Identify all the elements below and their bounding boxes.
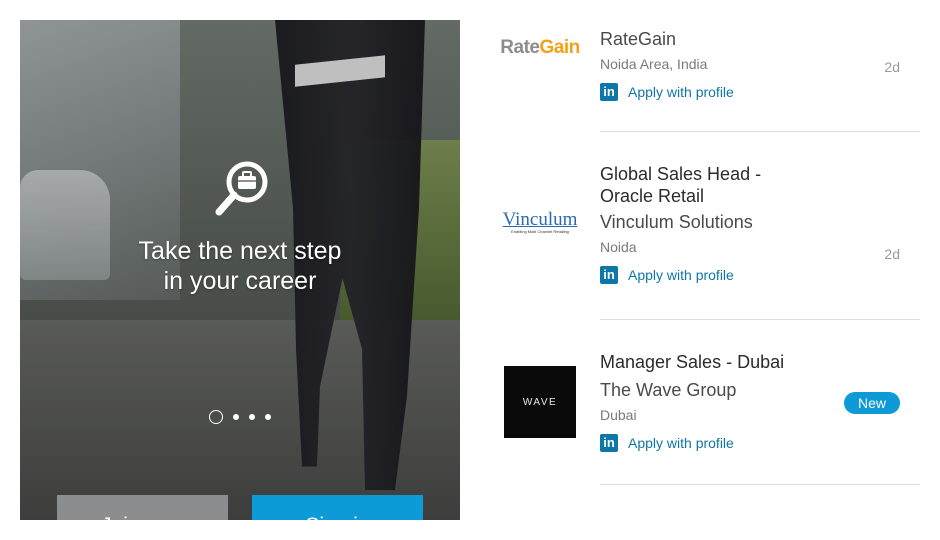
job-title: Global Sales Head - Oracle Retail: [600, 164, 762, 206]
page-dot-2[interactable]: [233, 414, 239, 420]
sign-in-button[interactable]: Sign in: [252, 495, 423, 520]
company-name: Vinculum Solutions: [600, 212, 753, 232]
job-location: Noida: [600, 239, 637, 255]
linkedin-icon: in: [600, 434, 618, 452]
apply-label: Apply with profile: [628, 84, 734, 100]
apply-label: Apply with profile: [628, 267, 734, 283]
company-logo-wave: WAVE: [490, 366, 590, 438]
posted-age: 2d: [884, 246, 900, 262]
company-name: RateGain: [600, 29, 677, 49]
company-logo-vinculum: Vinculum Enabling Multi Channel Retailin…: [502, 209, 578, 234]
apply-with-profile-link[interactable]: in Apply with profile: [600, 83, 920, 101]
job-item-wave[interactable]: WAVE Manager Sales - Dubai The Wave Grou…: [490, 320, 920, 486]
divider: [600, 484, 920, 485]
page-dot-1-active[interactable]: [209, 410, 223, 424]
company-logo-rategain: Rate Gain: [500, 37, 580, 58]
job-title: Manager Sales - Dubai: [600, 352, 785, 372]
page-dot-3[interactable]: [249, 414, 255, 420]
posted-age: 2d: [884, 59, 900, 75]
new-badge: New: [843, 392, 900, 414]
job-item-vinculum[interactable]: Vinculum Enabling Multi Channel Retailin…: [490, 132, 920, 320]
apply-with-profile-link[interactable]: in Apply with profile: [600, 434, 920, 452]
join-now-button[interactable]: Join now: [57, 495, 228, 520]
onboarding-hero: Take the next step in your career Join n…: [20, 20, 460, 520]
linkedin-icon: in: [600, 83, 618, 101]
onboarding-headline: Take the next step in your career: [20, 236, 460, 296]
linkedin-icon: in: [600, 266, 618, 284]
apply-label: Apply with profile: [628, 435, 734, 451]
job-location: Noida Area, India: [600, 56, 708, 72]
headline-line-2: in your career: [163, 267, 317, 295]
job-info: RateGain Noida Area, India in Apply with…: [600, 27, 920, 101]
job-item-rategain[interactable]: Rate Gain RateGain Noida Area, India in A…: [490, 0, 920, 132]
page-dot-4[interactable]: [265, 414, 271, 420]
job-list: Rate Gain RateGain Noida Area, India in A…: [490, 0, 920, 540]
job-search-icon: [215, 161, 268, 216]
apply-with-profile-link[interactable]: in Apply with profile: [600, 266, 920, 284]
headline-line-1: Take the next step: [138, 237, 342, 265]
job-info: Global Sales Head - Oracle Retail Vincul…: [600, 163, 920, 284]
page-indicator: [20, 408, 460, 426]
